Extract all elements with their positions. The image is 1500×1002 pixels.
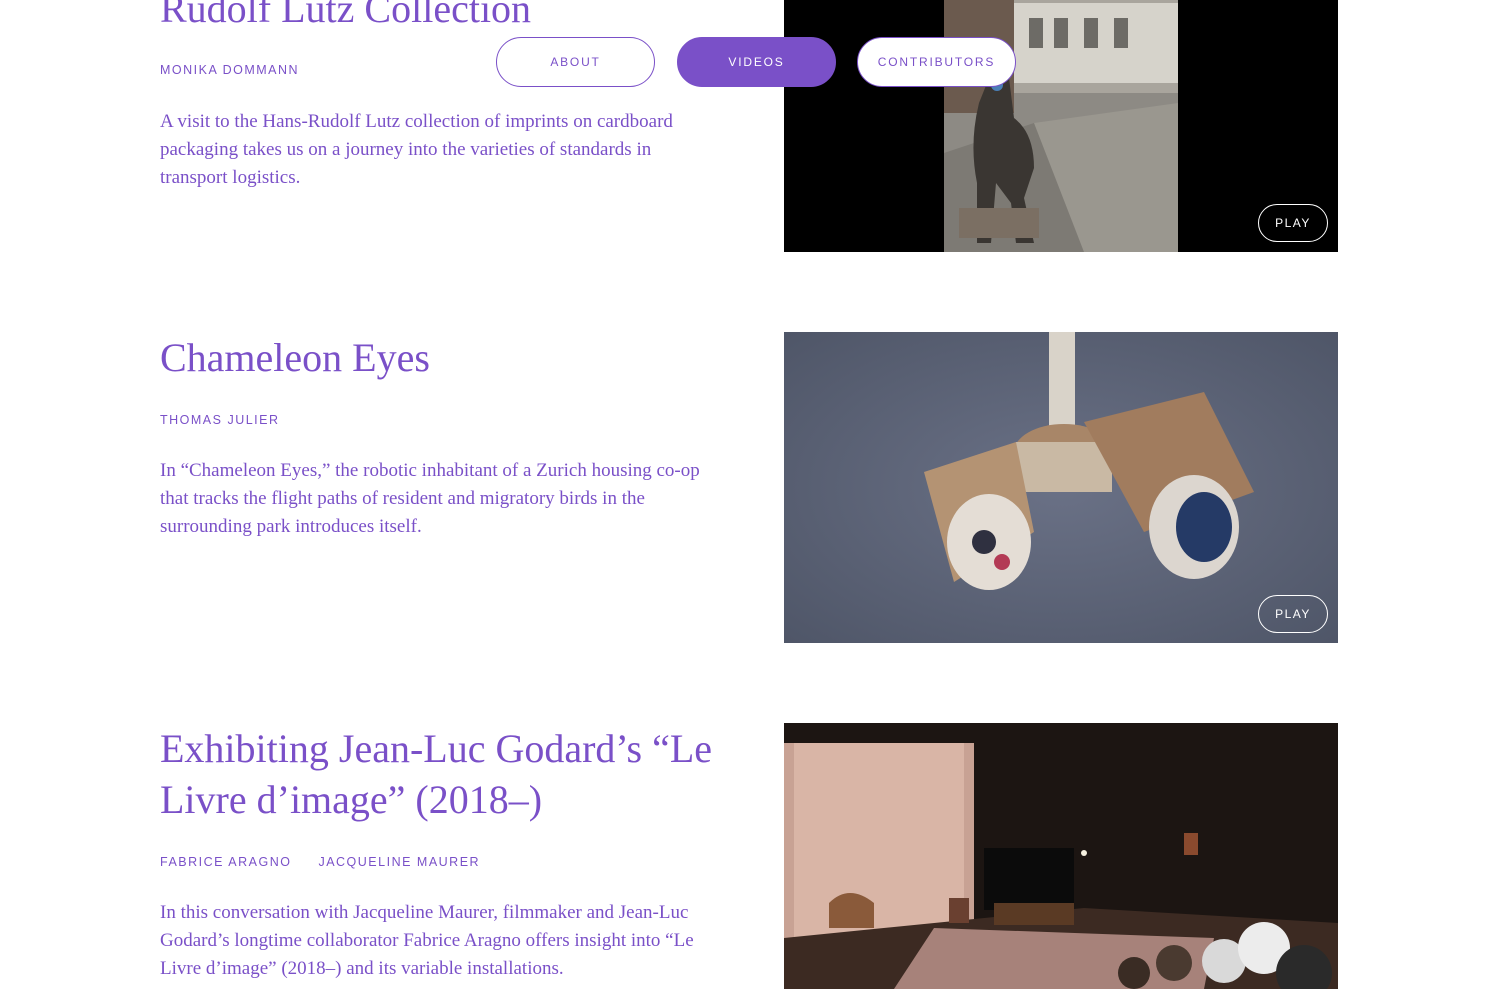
entry-authors: Thomas Julier: [160, 413, 720, 427]
author-link[interactable]: Thomas Julier: [160, 413, 280, 427]
author-link[interactable]: Jacqueline Maurer: [318, 855, 480, 869]
entry-authors: Fabrice Aragno Jacqueline Maurer: [160, 855, 720, 869]
thumbnail-image: [784, 332, 1338, 643]
entry-description: A visit to the Hans-Rudolf Lutz collecti…: [160, 111, 673, 188]
thumbnail-image: [784, 723, 1338, 989]
nav-about-button[interactable]: About: [496, 37, 655, 87]
video-thumbnail[interactable]: Play: [784, 332, 1338, 643]
entry-description: In this conversation with Jacqueline Mau…: [160, 902, 694, 979]
nav-videos-button[interactable]: Videos: [677, 37, 836, 87]
entry-description: In “Chameleon Eyes,” the robotic inhabit…: [160, 460, 700, 537]
video-thumbnail[interactable]: [784, 723, 1338, 989]
play-button[interactable]: Play: [1258, 204, 1328, 242]
play-button[interactable]: Play: [1258, 595, 1328, 633]
nav-contributors-button[interactable]: Contributors: [857, 37, 1016, 87]
entry-title[interactable]: Exhibiting Jean-Luc Godard’s “Le Livre d…: [160, 723, 720, 825]
entry-text: Exhibiting Jean-Luc Godard’s “Le Livre d…: [160, 723, 720, 1002]
entry-title[interactable]: Rudolf Lutz Collection: [160, 0, 720, 34]
entry-title[interactable]: Chameleon Eyes: [160, 332, 720, 383]
entry-text: Rudolf Lutz Collection Monika Dommann A …: [160, 0, 720, 211]
entry-text: Chameleon Eyes Thomas Julier In “Chamele…: [160, 332, 720, 560]
main-nav: About Videos Contributors: [0, 37, 1500, 87]
author-link[interactable]: Fabrice Aragno: [160, 855, 291, 869]
